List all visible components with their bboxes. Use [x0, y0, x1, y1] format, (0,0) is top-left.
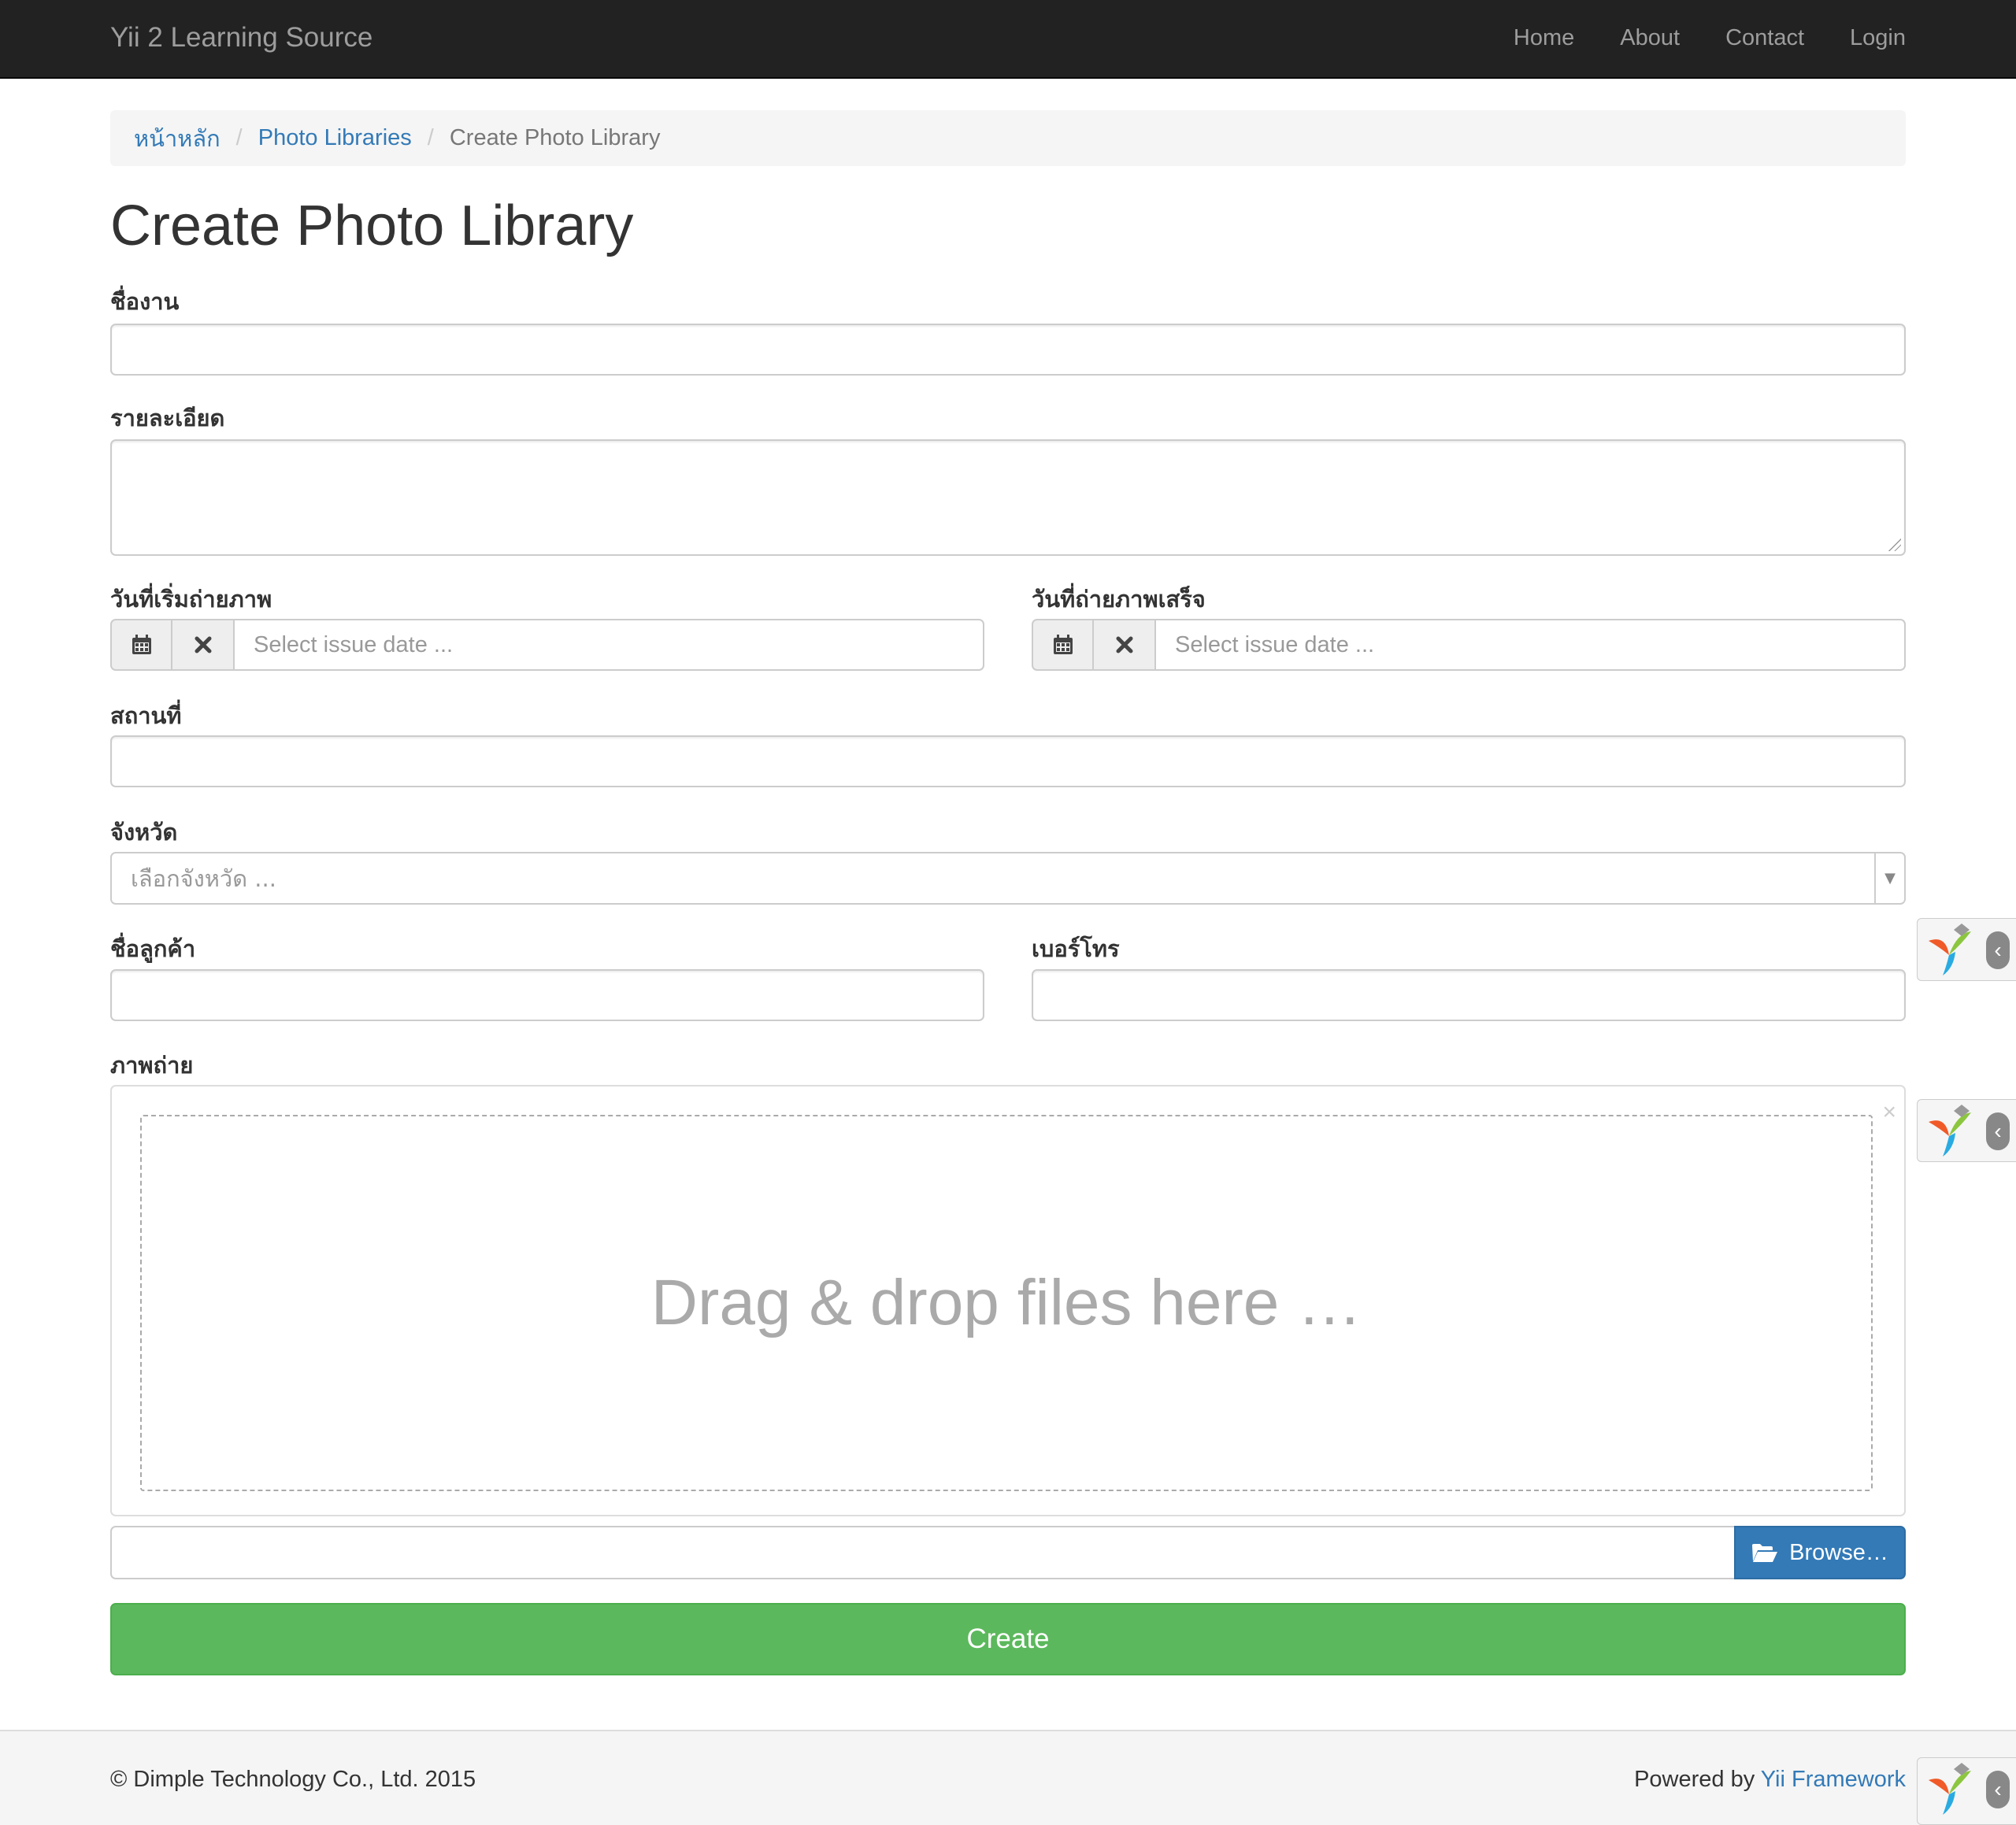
job-name-input[interactable] — [110, 324, 1906, 376]
details-textarea[interactable] — [110, 439, 1906, 556]
page-title: Create Photo Library — [110, 194, 634, 257]
navbar: Yii 2 Learning Source Home About Contact… — [0, 0, 2016, 79]
photos-label: ภาพถ่าย — [110, 1052, 194, 1079]
footer-powered-by: Powered by Yii Framework — [1634, 1767, 1906, 1793]
phone-input[interactable] — [1032, 969, 1906, 1021]
chevron-left-icon[interactable]: ‹ — [1986, 1112, 2010, 1150]
location-input[interactable] — [110, 735, 1906, 787]
breadcrumb: หน้าหลัก / Photo Libraries / Create Phot… — [110, 110, 1906, 166]
location-label: สถานที่ — [110, 702, 182, 729]
navbar-brand[interactable]: Yii 2 Learning Source — [110, 22, 372, 54]
chevron-left-icon[interactable]: ‹ — [1986, 1771, 2010, 1808]
drop-zone-text: Drag & drop files here … — [650, 1267, 1362, 1338]
nav-login-link[interactable]: Login — [1850, 25, 1906, 51]
times-icon — [1116, 636, 1132, 653]
phone-label: เบอร์โทร — [1032, 935, 1120, 962]
province-label: จังหวัด — [110, 819, 178, 846]
clear-date-button[interactable] — [1094, 619, 1156, 671]
close-icon[interactable]: × — [1882, 1099, 1896, 1126]
nav-contact-link[interactable]: Contact — [1725, 25, 1804, 51]
footer: © Dimple Technology Co., Ltd. 2015 Power… — [0, 1730, 2016, 1825]
chevron-down-icon[interactable]: ▼ — [1874, 853, 1904, 903]
browse-label: Browse… — [1789, 1539, 1888, 1565]
create-button[interactable]: Create — [110, 1603, 1906, 1675]
folder-open-icon — [1752, 1544, 1778, 1562]
chevron-left-icon[interactable]: ‹ — [1986, 931, 2010, 969]
customer-name-label: ชื่อลูกค้า — [110, 935, 196, 962]
end-date-picker: Select issue date ... — [1032, 619, 1906, 671]
calendar-icon — [132, 635, 151, 654]
breadcrumb-separator: / — [235, 125, 243, 150]
debug-toolbar-toggle[interactable]: ‹ — [1917, 1757, 2016, 1825]
province-select[interactable]: เลือกจังหวัด ... ▼ — [110, 852, 1906, 905]
calendar-button[interactable] — [1032, 619, 1094, 671]
breadcrumb-separator: / — [427, 125, 434, 150]
yii-debug-icon — [1929, 1763, 1971, 1815]
debug-toolbar-toggle[interactable]: ‹ — [1917, 918, 2016, 981]
powered-by-text: Powered by — [1634, 1767, 1761, 1792]
file-caption-input[interactable] — [110, 1526, 1734, 1579]
job-name-label: ชื่องาน — [110, 288, 180, 315]
yii-debug-icon — [1929, 924, 1971, 975]
yii-debug-icon — [1929, 1105, 1971, 1157]
breadcrumb-home-link[interactable]: หน้าหลัก — [134, 120, 220, 157]
nav-home-link[interactable]: Home — [1514, 25, 1574, 51]
start-date-input[interactable]: Select issue date ... — [235, 619, 984, 671]
breadcrumb-current: Create Photo Library — [449, 125, 661, 150]
resize-handle[interactable] — [1888, 539, 1901, 551]
calendar-icon — [1053, 635, 1073, 654]
times-icon — [195, 636, 211, 653]
customer-name-input[interactable] — [110, 969, 984, 1021]
calendar-button[interactable] — [110, 619, 172, 671]
yii-framework-link[interactable]: Yii Framework — [1761, 1767, 1906, 1792]
nav-about-link[interactable]: About — [1620, 25, 1680, 51]
breadcrumb-photo-libraries-link[interactable]: Photo Libraries — [258, 125, 412, 151]
start-date-picker: Select issue date ... — [110, 619, 984, 671]
end-date-input[interactable]: Select issue date ... — [1156, 619, 1906, 671]
details-label: รายละเอียด — [110, 405, 225, 431]
end-date-label: วันที่ถ่ายภาพเสร็จ — [1032, 586, 1206, 613]
footer-copyright: © Dimple Technology Co., Ltd. 2015 — [110, 1767, 476, 1792]
drop-zone[interactable]: Drag & drop files here … — [140, 1115, 1873, 1491]
browse-button[interactable]: Browse… — [1734, 1526, 1906, 1579]
navbar-menu: Home About Contact Login — [1514, 25, 1906, 51]
start-date-label: วันที่เริ่มถ่ายภาพ — [110, 586, 272, 613]
debug-toolbar-toggle[interactable]: ‹ — [1917, 1099, 2016, 1162]
clear-date-button[interactable] — [172, 619, 235, 671]
file-preview-panel: × Drag & drop files here … — [110, 1085, 1906, 1516]
province-placeholder: เลือกจังหวัด ... — [131, 864, 276, 892]
